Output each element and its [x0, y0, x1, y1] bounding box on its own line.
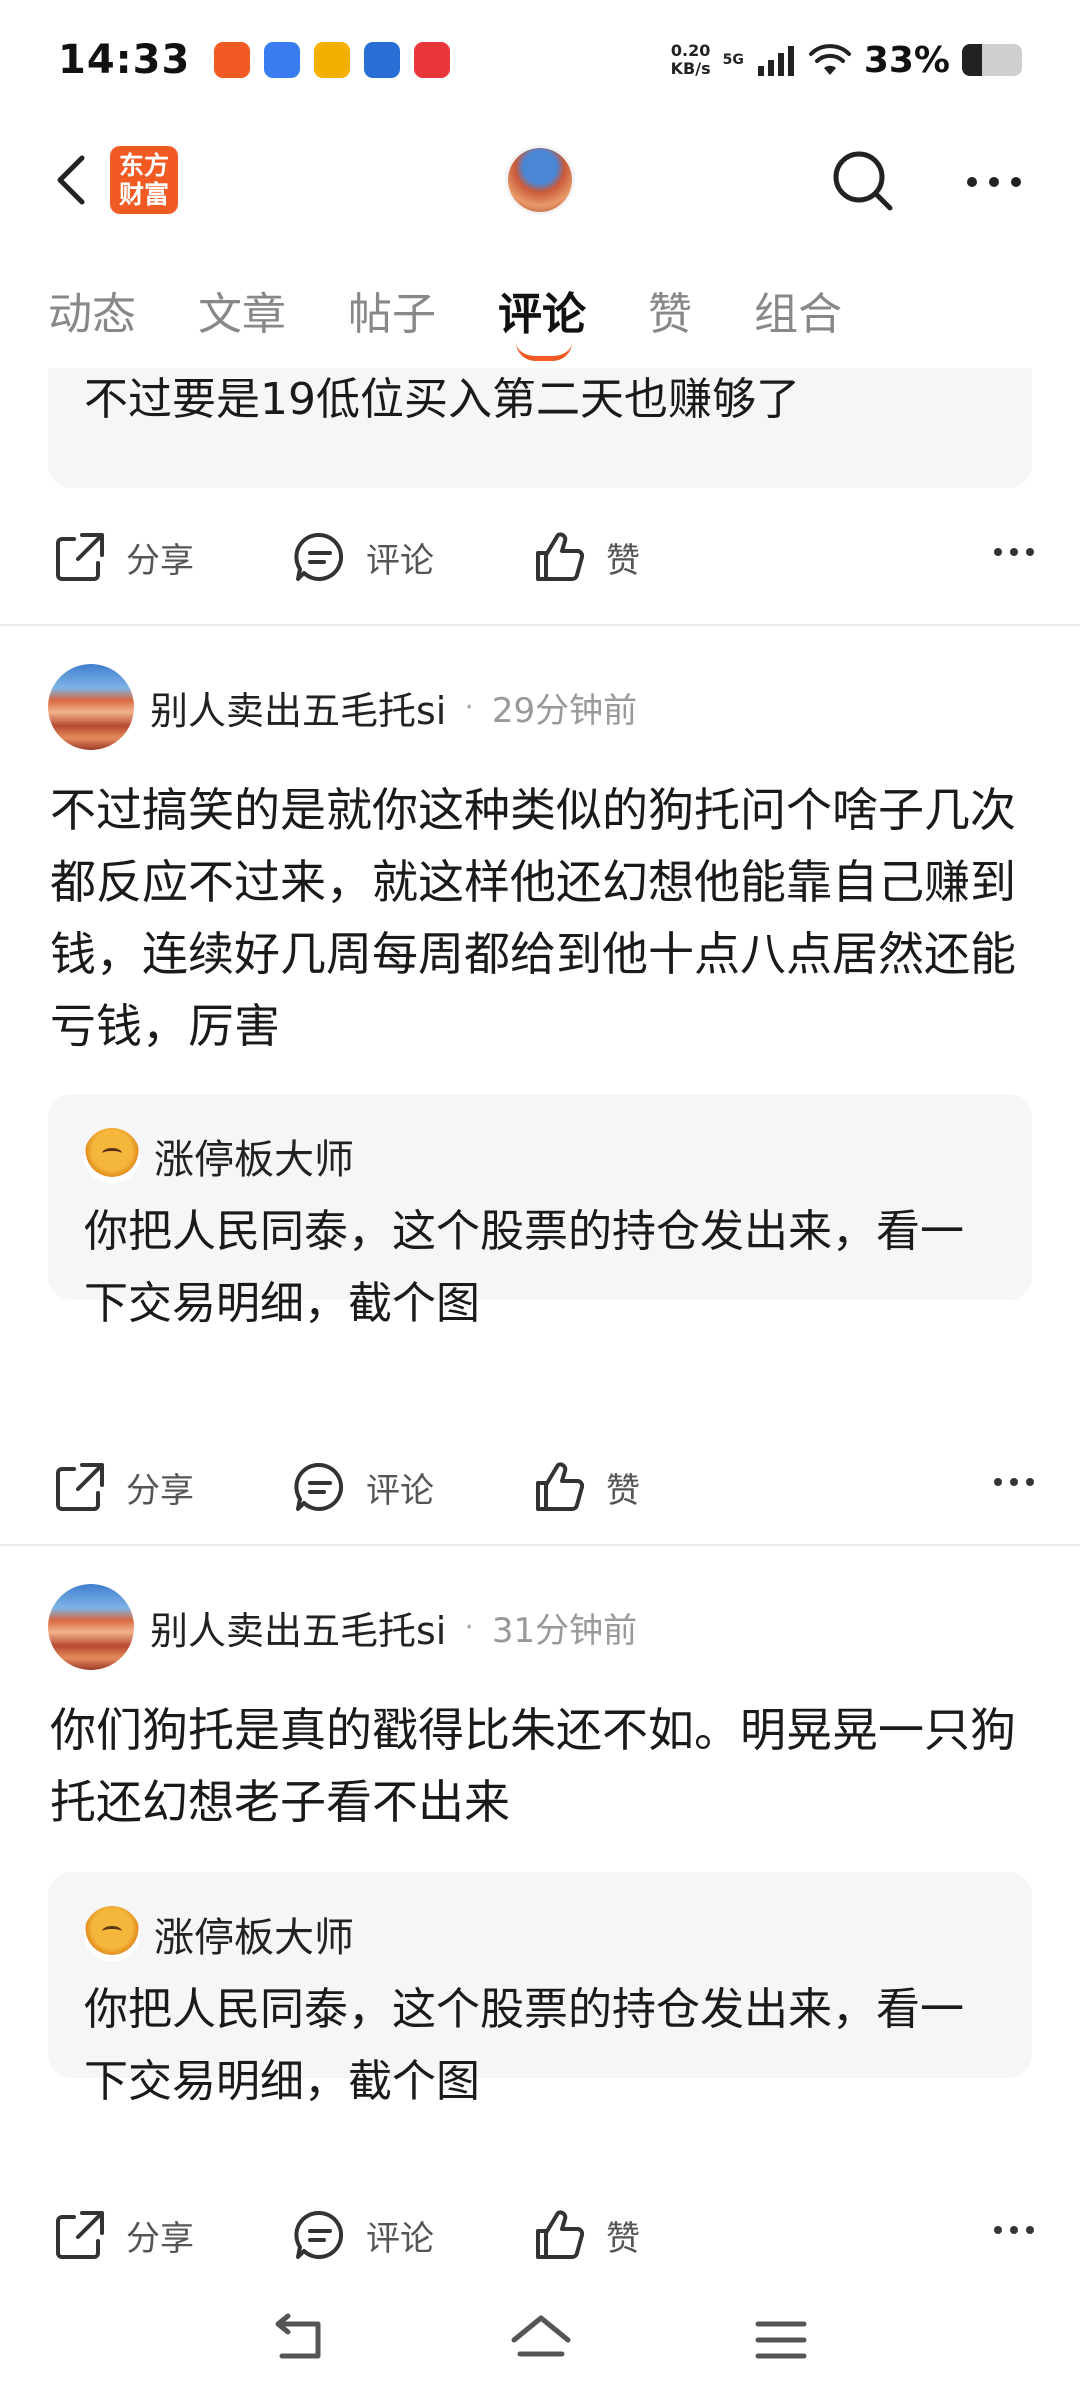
avatar — [84, 1128, 140, 1184]
divider — [0, 1544, 1080, 1546]
comment-button[interactable]: 评论 — [292, 2190, 434, 2280]
divider — [0, 624, 1080, 626]
tab-tiezi[interactable]: 帖子 — [348, 278, 436, 342]
share-button[interactable]: 分享 — [52, 2190, 194, 2280]
comment-feed[interactable]: 不过要是19低位买入第二天也赚够了 分享 评论 赞 别人卖出五毛托si · 29… — [0, 368, 1080, 2280]
comment-button[interactable]: 评论 — [292, 1442, 434, 1532]
app-notification-icon — [414, 42, 451, 78]
action-row: 分享 评论 赞 — [0, 512, 1080, 602]
thumbs-up-icon — [536, 1462, 585, 1511]
share-button[interactable]: 分享 — [52, 1442, 194, 1532]
separator: · — [464, 689, 474, 725]
quote-card[interactable]: 涨停板大师 你把人民同泰，这个股票的持仓发出来，看一下交易明细，截个图 — [48, 1094, 1032, 1329]
comment-icon — [294, 1462, 344, 1511]
tab-pinglun[interactable]: 评论 — [498, 278, 586, 342]
battery-percent: 33% — [863, 39, 950, 81]
quote-text: 你把人民同泰，这个股票的持仓发出来，看一下交易明细，截个图 — [84, 1206, 964, 1329]
post-author[interactable]: 别人卖出五毛托si — [150, 1600, 446, 1655]
share-icon — [56, 533, 104, 581]
comment-icon — [294, 2210, 344, 2259]
share-icon — [56, 2211, 104, 2259]
app-notification-icon — [264, 42, 301, 78]
like-button[interactable]: 赞 — [532, 512, 640, 602]
post-header[interactable]: 别人卖出五毛托si · 29分钟前 — [48, 662, 637, 752]
signal-icon — [757, 46, 794, 76]
app-notification-icon — [214, 42, 251, 78]
share-icon — [56, 1463, 104, 1511]
active-tab-indicator — [516, 342, 572, 361]
post-header[interactable]: 别人卖出五毛托si · 31分钟前 — [48, 1582, 637, 1672]
system-nav-bar — [0, 2280, 1080, 2408]
quote-author[interactable]: 涨停板大师 — [84, 1894, 996, 1974]
quote-text: 不过要是19低位买入第二天也赚够了 — [84, 374, 800, 425]
action-row: 分享 评论 赞 — [0, 1442, 1080, 1532]
post-body[interactable]: 不过搞笑的是就你这种类似的狗托问个啥子几次都反应不过来，就这样他还幻想他能靠自己… — [50, 774, 1040, 1062]
tab-zuhe[interactable]: 组合 — [754, 278, 842, 342]
top-navbar: 东方 财富 — [0, 130, 1080, 230]
quote-card[interactable]: 不过要是19低位买入第二天也赚够了 — [48, 368, 1032, 488]
more-icon[interactable] — [992, 1472, 1036, 1492]
app-logo[interactable]: 东方 财富 — [110, 146, 178, 214]
post-time: 31分钟前 — [491, 1610, 638, 1651]
share-button[interactable]: 分享 — [52, 512, 194, 602]
search-icon[interactable] — [830, 148, 896, 214]
app-notification-icon — [314, 42, 351, 78]
back-icon[interactable] — [44, 150, 104, 210]
action-row: 分享 评论 赞 — [0, 2190, 1080, 2280]
wifi-icon — [808, 44, 851, 75]
avatar[interactable] — [48, 664, 134, 750]
home-icon[interactable] — [506, 2310, 576, 2370]
comment-icon — [294, 532, 344, 581]
back-gesture-icon[interactable] — [266, 2310, 336, 2370]
post-time: 29分钟前 — [491, 690, 638, 731]
battery-icon — [962, 44, 1022, 76]
post-body[interactable]: 你们狗托是真的戳得比朱还不如。明晃晃一只狗托还幻想老子看不出来 — [50, 1694, 1040, 1838]
avatar — [84, 1906, 140, 1962]
post-author[interactable]: 别人卖出五毛托si — [150, 680, 446, 735]
comment-button[interactable]: 评论 — [292, 512, 434, 602]
menu-icon[interactable] — [746, 2310, 816, 2370]
thumbs-up-icon — [536, 2210, 585, 2259]
status-bar: 14:33 0.20 KB/s 5G 33% — [0, 0, 1080, 120]
quote-card[interactable]: 涨停板大师 你把人民同泰，这个股票的持仓发出来，看一下交易明细，截个图 — [48, 1872, 1032, 2107]
more-icon[interactable] — [992, 542, 1036, 562]
thumbs-up-icon — [536, 532, 585, 581]
network-speed: 0.20 KB/s — [670, 41, 711, 78]
avatar[interactable] — [48, 1584, 134, 1670]
app-notification-icon — [364, 42, 401, 78]
user-avatar[interactable] — [508, 148, 572, 212]
status-time: 14:33 — [58, 37, 191, 83]
more-icon[interactable] — [992, 2220, 1036, 2240]
like-button[interactable]: 赞 — [532, 2190, 640, 2280]
tab-dongtai[interactable]: 动态 — [48, 278, 136, 342]
like-button[interactable]: 赞 — [532, 1442, 640, 1532]
more-icon[interactable] — [964, 170, 1024, 194]
quote-text: 你把人民同泰，这个股票的持仓发出来，看一下交易明细，截个图 — [84, 1984, 964, 2107]
network-type: 5G — [722, 52, 744, 68]
quote-author[interactable]: 涨停板大师 — [84, 1116, 996, 1196]
tab-zan[interactable]: 赞 — [648, 278, 692, 342]
tab-wenzhang[interactable]: 文章 — [198, 278, 286, 342]
separator: · — [464, 1609, 474, 1645]
profile-tabs: 动态 文章 帖子 评论 赞 组合 — [0, 270, 1080, 366]
